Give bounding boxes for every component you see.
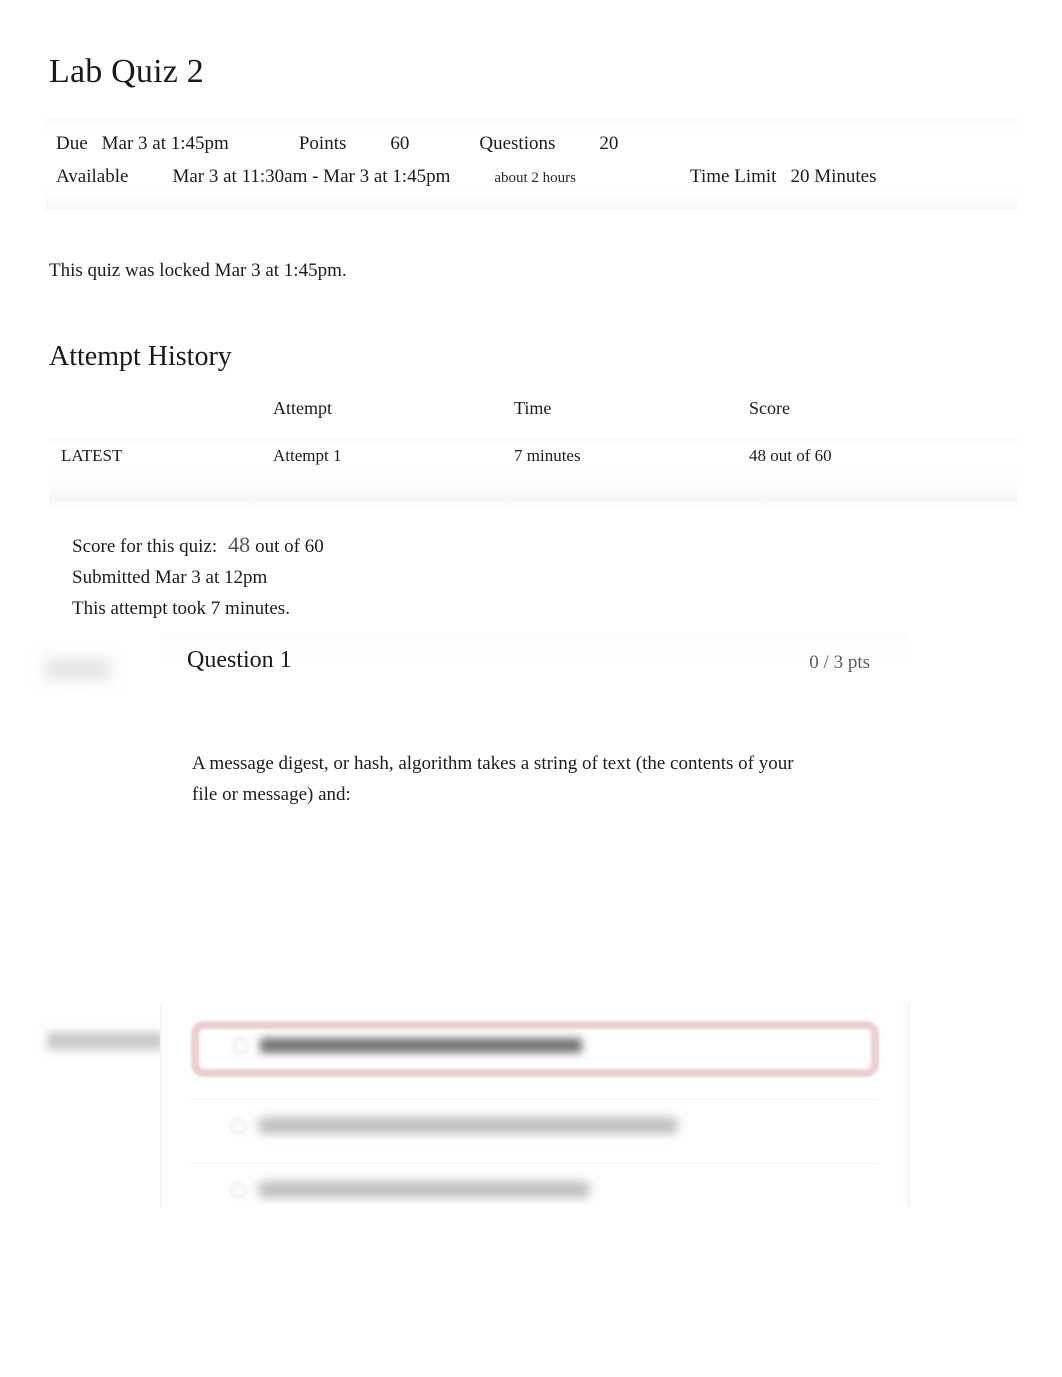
- question-points: 0 / 3 pts: [809, 652, 870, 673]
- question-header: Question 1 0 / 3 pts: [160, 632, 908, 686]
- column-header-attempt: Attempt: [273, 398, 332, 418]
- question-text: A message digest, or hash, algorithm tak…: [192, 753, 794, 805]
- score-summary: Score for this quiz: 48 out of 60 Submitte…: [72, 529, 324, 624]
- question-title: Question 1: [187, 647, 292, 673]
- submitted-line: Submitted Mar 3 at 12pm: [72, 567, 268, 588]
- due-label: Due: [56, 133, 88, 154]
- questions-value: 20: [599, 133, 619, 154]
- time-limit-value: 20 Minutes: [790, 166, 877, 187]
- answer-option-text: [259, 1118, 677, 1133]
- answer-option[interactable]: [161, 1101, 909, 1163]
- available-value: Mar 3 at 11:30am - Mar 3 at 1:45pm: [172, 166, 451, 187]
- score-label: Score for this quiz:: [72, 536, 218, 557]
- time-limit-label: Time Limit: [690, 166, 777, 187]
- page-title: Lab Quiz 2: [49, 53, 204, 90]
- you-answered-badge: [47, 1032, 163, 1050]
- attempt-table-footer-band: [49, 470, 1017, 506]
- attempt-time: 7 minutes: [514, 446, 581, 465]
- quiz-header-info: Due Mar 3 at 1:45pm Points 60 Questions 20 Av…: [45, 118, 1017, 210]
- attempt-kept-badge: LATEST: [61, 446, 123, 465]
- radio-icon[interactable]: [231, 1183, 246, 1198]
- score-for-quiz-line: Score for this quiz: 48 out of 60: [72, 529, 324, 562]
- attempt-score: 48 out of 60: [749, 446, 832, 465]
- radio-icon[interactable]: [231, 1119, 246, 1134]
- question-block: Question 1 0 / 3 pts A message digest, o…: [160, 632, 908, 805]
- question-incorrect-badge: [45, 658, 111, 680]
- answer-option-text: [259, 1182, 589, 1197]
- score-value: 48: [228, 532, 251, 557]
- attempt-duration-line: This attempt took 7 minutes.: [72, 598, 290, 619]
- available-duration-note: about 2 hours: [494, 170, 577, 186]
- answer-divider: [191, 1099, 879, 1100]
- questions-label: Questions: [479, 133, 556, 154]
- available-label: Available: [56, 166, 129, 187]
- attempt-history-heading: Attempt History: [49, 341, 232, 372]
- quiz-locked-notice: This quiz was locked Mar 3 at 1:45pm.: [49, 260, 347, 281]
- answer-option[interactable]: [161, 1165, 909, 1207]
- column-header-score: Score: [749, 398, 790, 418]
- answer-option-text: [260, 1038, 582, 1053]
- quiz-header-row-secondary: Available Mar 3 at 11:30am - Mar 3 at 1:4…: [56, 165, 876, 190]
- points-label: Points: [298, 133, 347, 154]
- attempt-history-table: Attempt Time Score LATEST Attempt 1 7 mi…: [49, 396, 1017, 476]
- due-value: Mar 3 at 1:45pm: [101, 133, 229, 154]
- answer-options-list: [160, 1003, 910, 1207]
- table-header-row: Attempt Time Score: [49, 396, 1017, 430]
- quiz-header-row-primary: Due Mar 3 at 1:45pm Points 60 Questions 20: [56, 132, 618, 156]
- column-header-time: Time: [514, 398, 552, 418]
- answer-option-selected-incorrect[interactable]: [161, 1017, 909, 1079]
- attempt-link[interactable]: Attempt 1: [273, 444, 341, 468]
- answer-divider: [191, 1163, 879, 1164]
- points-value: 60: [390, 133, 410, 154]
- radio-icon[interactable]: [233, 1039, 248, 1054]
- score-out-of: out of 60: [255, 536, 324, 557]
